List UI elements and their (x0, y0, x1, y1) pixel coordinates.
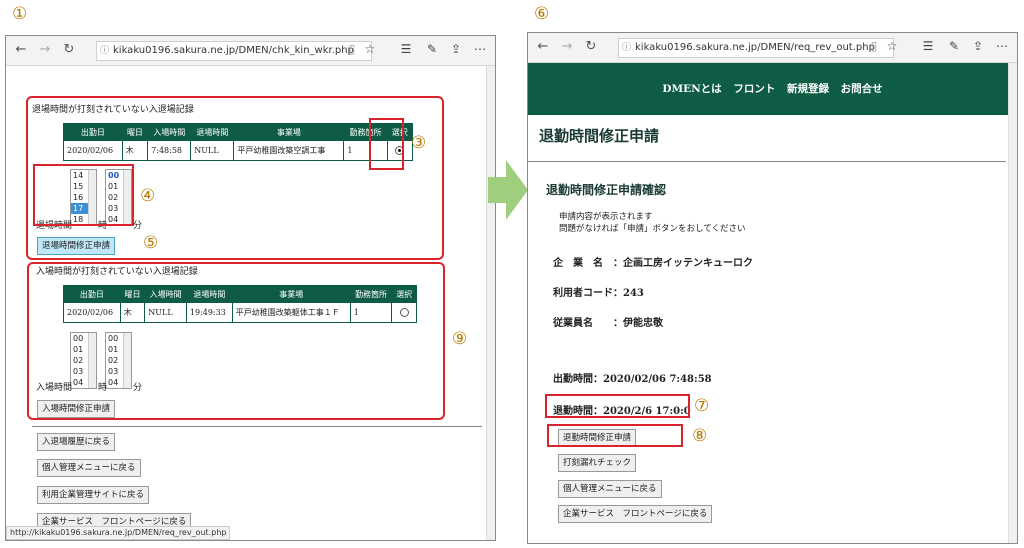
back-icon[interactable]: ← (534, 39, 552, 54)
right-url-text: kikaku0196.sakura.ne.jp/DMEN/req_rev_out… (635, 42, 875, 53)
marker-3: ③ (411, 133, 427, 153)
forward-icon[interactable]: → (36, 42, 54, 57)
forward-icon[interactable]: → (558, 39, 576, 54)
more-icon[interactable]: ⋯ (994, 39, 1010, 53)
marker-9: ⑨ (452, 329, 468, 349)
right-address-bar[interactable]: ⓘ kikaku0196.sakura.ne.jp/DMEN/req_rev_o… (618, 38, 894, 58)
favorite-star-icon[interactable]: ☆ (362, 42, 378, 56)
instruction-line-1: 申請内容が表示されます (559, 212, 653, 222)
back-to-company-admin-button[interactable]: 利用企業管理サイトに戻る (37, 486, 150, 504)
highlight-clock-out (545, 394, 690, 418)
page-scrollbar[interactable] (486, 66, 495, 540)
highlight-time-selects (33, 164, 134, 226)
user-code: 利用者コード：243 (553, 288, 644, 299)
status-bar-url: http://kikaku0196.sakura.ne.jp/DMEN/req_… (6, 526, 231, 540)
refresh-icon[interactable]: ↻ (60, 42, 78, 57)
favorites-list-icon[interactable]: ☰ (920, 39, 936, 53)
employee-name: 従業員名 ：伊能忠敬 (553, 318, 663, 329)
more-icon[interactable]: ⋯ (472, 42, 488, 56)
pen-icon[interactable]: ✎ (424, 42, 440, 56)
right-browser-window: ← → ↻ ⓘ kikaku0196.sakura.ne.jp/DMEN/req… (527, 32, 1018, 544)
divider (528, 161, 1006, 162)
marker-8: ⑧ (692, 426, 708, 446)
nav-front[interactable]: フロント (733, 83, 775, 95)
favorites-list-icon[interactable]: ☰ (398, 42, 414, 56)
reading-view-icon[interactable]: ▯ (866, 39, 882, 53)
company-name: 企 業 名 ：企画工房イッテンキューロク (553, 258, 753, 269)
site-nav-banner: DMENとは フロント 新規登録 お問合せ (528, 63, 1017, 115)
clock-in-time: 出勤時間：2020/02/06 7:48:58 (553, 374, 712, 385)
back-icon[interactable]: ← (12, 42, 30, 57)
refresh-icon[interactable]: ↻ (582, 39, 600, 54)
page-scrollbar[interactable] (1008, 63, 1017, 543)
section-title: 退勤時間修正申請確認 (546, 183, 667, 197)
page-title: 退勤時間修正申請 (539, 127, 660, 145)
highlight-entry-section (27, 262, 445, 420)
info-icon: ⓘ (100, 46, 110, 56)
marker-5: ⑤ (143, 233, 159, 253)
share-icon[interactable]: ⇪ (448, 42, 464, 56)
highlight-submit-button (547, 424, 683, 447)
nav-contact[interactable]: お問合せ (841, 83, 883, 95)
back-to-personal-menu-button[interactable]: 個人管理メニューに戻る (558, 480, 662, 498)
reading-view-icon[interactable]: ▯ (344, 42, 360, 56)
nav-register[interactable]: 新規登録 (787, 83, 829, 95)
marker-7: ⑦ (694, 396, 710, 416)
favorite-star-icon[interactable]: ☆ (884, 39, 900, 53)
back-to-history-button[interactable]: 入退場履歴に戻る (37, 433, 116, 451)
marker-1: ① (12, 4, 28, 24)
left-url-text: kikaku0196.sakura.ne.jp/DMEN/chk_kin_wkr… (113, 45, 354, 56)
instruction-line-2: 問題がなければ「申請」ボタンをおしてください (559, 224, 746, 234)
marker-4: ④ (140, 186, 156, 206)
right-browser-toolbar: ← → ↻ ⓘ kikaku0196.sakura.ne.jp/DMEN/req… (528, 33, 1017, 63)
left-browser-toolbar: ← → ↻ ⓘ kikaku0196.sakura.ne.jp/DMEN/chk… (6, 36, 495, 66)
marker-6: ⑥ (534, 4, 550, 24)
share-icon[interactable]: ⇪ (970, 39, 986, 53)
back-to-personal-menu-button[interactable]: 個人管理メニューに戻る (37, 459, 141, 477)
nav-about[interactable]: DMENとは (662, 83, 721, 95)
transition-arrow-icon (488, 160, 528, 220)
divider (32, 426, 482, 427)
highlight-select-column (369, 118, 404, 170)
left-address-bar[interactable]: ⓘ kikaku0196.sakura.ne.jp/DMEN/chk_kin_w… (96, 41, 372, 61)
info-icon: ⓘ (622, 43, 632, 53)
pen-icon[interactable]: ✎ (946, 39, 962, 53)
back-to-front-page-button[interactable]: 企業サービス フロントページに戻る (558, 505, 713, 523)
missed-punch-check-button[interactable]: 打刻漏れチェック (558, 454, 637, 472)
